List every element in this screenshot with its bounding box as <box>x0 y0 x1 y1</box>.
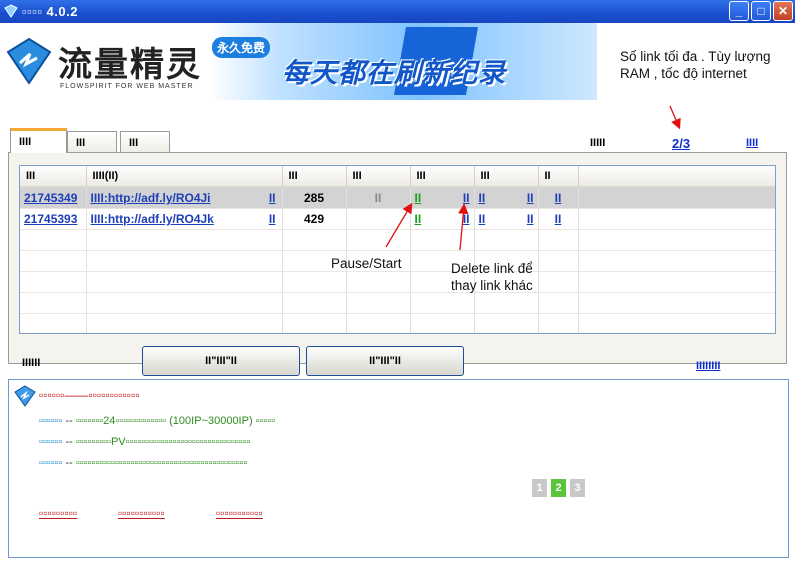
status-label: IIIII <box>590 137 606 149</box>
column-header-options[interactable]: III <box>474 166 539 188</box>
close-button[interactable]: ✕ <box>773 1 793 21</box>
column-header-actions[interactable]: III <box>410 166 475 188</box>
tab-bar: IIII III III IIIII 2/3 IIII <box>8 127 788 153</box>
row-value: 429 <box>282 208 347 230</box>
row-url-link[interactable]: IIII:http://adf.ly/RO4Jk <box>91 212 214 226</box>
row-id-link[interactable]: 21745349 <box>24 191 77 205</box>
tip-separator: -- <box>65 457 73 469</box>
bottom-link-3[interactable]: ▫▫▫▫▫▫▫▫▫▫▫ <box>216 506 263 520</box>
footer-link[interactable]: IIIIIIII <box>696 360 720 372</box>
row-option-1[interactable]: II <box>479 212 486 226</box>
action-button-2[interactable]: II"III"II <box>306 346 464 376</box>
footer-label: IIIIII <box>22 357 41 369</box>
logo-icon <box>14 385 36 407</box>
edit-link-button[interactable]: II <box>269 212 276 226</box>
arrow-to-count <box>669 105 681 130</box>
page-button-2[interactable]: 2 <box>551 479 566 497</box>
slogan: 每天都在刷新纪录 <box>282 58 506 88</box>
table-row-empty <box>20 229 775 251</box>
banner: 流量精灵 FLOWSPIRIT FOR WEB MASTER 永久免费 每天都在… <box>0 23 597 100</box>
brand-name: 流量精灵 <box>58 46 202 84</box>
maximize-button[interactable]: □ <box>751 1 771 21</box>
table-row-empty <box>20 271 775 293</box>
minimize-button[interactable]: _ <box>729 1 749 21</box>
tip-separator: -- <box>65 436 73 448</box>
column-header-url[interactable]: IIII(II) <box>86 166 283 188</box>
tab-2[interactable]: III <box>67 131 117 152</box>
tip-line: ▫▫▫▫▫▫ -- ▫▫▫▫▫▫▫▫▫PV▫▫▫▫▫▫▫▫▫▫▫▫▫▫▫▫▫▫▫… <box>39 436 250 448</box>
delete-link-button[interactable]: II <box>463 212 470 226</box>
delete-link-annotation: Delete link để thay link khác <box>451 261 533 293</box>
column-header-id[interactable]: III <box>20 166 87 188</box>
title-bar: ▫▫▫▫ 4.0.2 _ □ ✕ <box>0 0 795 23</box>
table-row[interactable]: 21745349 IIII:http://adf.ly/RO4Ji II 285… <box>20 187 775 209</box>
column-header-state[interactable]: III <box>346 166 411 188</box>
link-count[interactable]: 2/3 <box>672 136 690 151</box>
table-row-empty <box>20 292 775 314</box>
column-header-empty <box>578 166 775 188</box>
tab-1[interactable]: IIII <box>10 128 67 153</box>
row-option-1[interactable]: II <box>479 191 486 205</box>
tip-separator: -- <box>65 415 73 427</box>
pause-start-button[interactable]: II <box>415 212 422 226</box>
row-option-2[interactable]: II <box>527 212 534 226</box>
tab-3[interactable]: III <box>120 131 170 152</box>
status-link[interactable]: IIII <box>746 137 758 149</box>
tip-text: ▫▫▫▫▫▫▫▫▫▫▫▫▫▫▫▫▫▫▫▫▫▫▫▫▫▫▫▫▫▫▫▫▫▫▫▫▫▫▫▫… <box>75 457 248 469</box>
bottom-link-1[interactable]: ▫▫▫▫▫▫▫▫▫ <box>39 506 77 520</box>
row-option-2[interactable]: II <box>527 191 534 205</box>
delete-link-button[interactable]: II <box>463 191 470 205</box>
logo-icon <box>6 37 52 85</box>
pause-start-button[interactable]: II <box>415 191 422 205</box>
column-header-count[interactable]: III <box>282 166 347 188</box>
window-title: ▫▫▫▫ 4.0.2 <box>22 4 78 19</box>
tip-text: ▫▫▫▫▫▫▫▫▫PV▫▫▫▫▫▫▫▫▫▫▫▫▫▫▫▫▫▫▫▫▫▫▫▫▫▫▫▫▫… <box>75 436 251 448</box>
column-header-extra[interactable]: II <box>538 166 579 188</box>
max-links-note: Số link tối đa . Tùy lượng RAM , tốc độ … <box>620 49 771 81</box>
row-id-link[interactable]: 21745393 <box>24 212 77 226</box>
link-table: III IIII(II) III III III III II 21745349… <box>19 165 776 334</box>
edit-link-button[interactable]: II <box>269 191 276 205</box>
tip-key: ▫▫▫▫▫▫ <box>39 457 63 469</box>
action-button-1[interactable]: II"III"II <box>142 346 300 376</box>
tip-line: ▫▫▫▫▫▫ -- ▫▫▫▫▫▫▫24▫▫▫▫▫▫▫▫▫▫▫▫▫ (100IP~… <box>39 415 275 427</box>
tip-key: ▫▫▫▫▫▫ <box>39 415 63 427</box>
page-button-3[interactable]: 3 <box>570 479 585 497</box>
page-button-1[interactable]: 1 <box>532 479 547 497</box>
tip-key: ▫▫▫▫▫▫ <box>39 436 63 448</box>
bottom-link-2[interactable]: ▫▫▫▫▫▫▫▫▫▫▫ <box>118 506 165 520</box>
row-value: 285 <box>282 187 347 209</box>
table-row-empty <box>20 313 775 333</box>
tip-text: ▫▫▫▫▫▫▫24▫▫▫▫▫▫▫▫▫▫▫▫▫ (100IP~30000IP) ▫… <box>75 415 276 427</box>
brand-english: FLOWSPIRIT FOR WEB MASTER <box>60 83 194 90</box>
row-option-3[interactable]: II <box>555 212 562 226</box>
row-state: II <box>374 191 382 205</box>
pause-start-annotation: Pause/Start <box>331 256 402 271</box>
app-icon <box>4 4 18 18</box>
tip-line: ▫▫▫▫▫▫ -- ▫▫▫▫▫▫▫▫▫▫▫▫▫▫▫▫▫▫▫▫▫▫▫▫▫▫▫▫▫▫… <box>39 457 247 469</box>
table-row[interactable]: 21745393 IIII:http://adf.ly/RO4Jk II 429… <box>20 208 775 230</box>
free-badge: 永久免费 <box>212 37 271 58</box>
row-option-3[interactable]: II <box>555 191 562 205</box>
info-title: ▫▫▫▫▫▫——▫▫▫▫▫▫▫▫▫▫▫▫ <box>39 388 140 402</box>
row-url-link[interactable]: IIII:http://adf.ly/RO4Ji <box>91 191 211 205</box>
